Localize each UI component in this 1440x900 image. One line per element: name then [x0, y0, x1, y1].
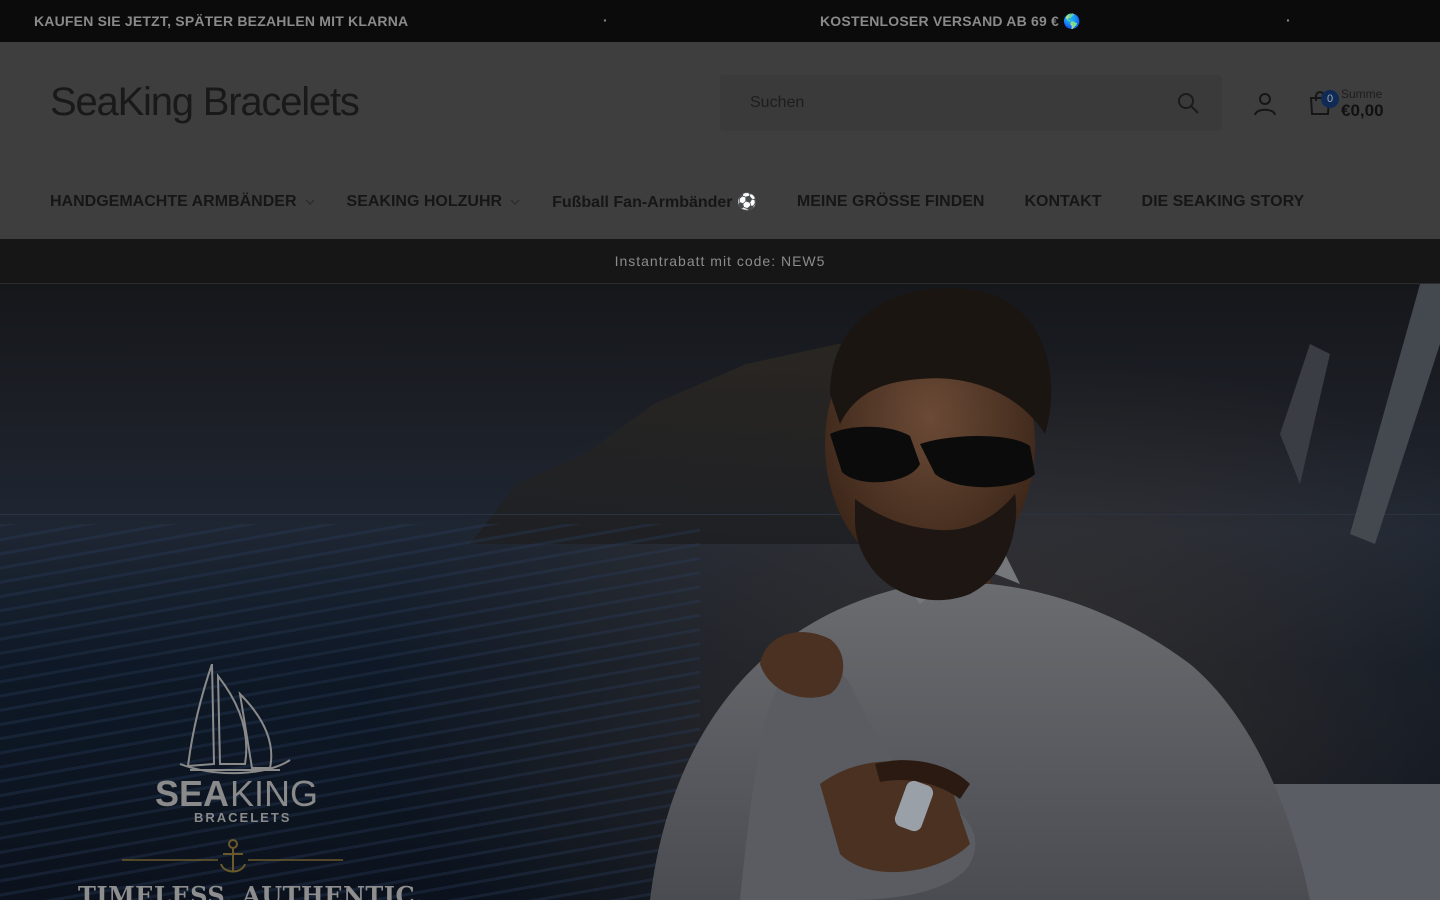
- search-bar[interactable]: Suchen: [720, 75, 1222, 131]
- search-icon[interactable]: [1176, 91, 1200, 115]
- announcement-separator: ·: [603, 12, 608, 28]
- announcement-bar: KAUFEN SIE JETZT, SPÄTER BEZAHLEN MIT KL…: [0, 0, 1440, 42]
- search-input[interactable]: Suchen: [750, 94, 804, 112]
- account-icon[interactable]: [1252, 91, 1278, 117]
- cart-sum-value: €0,00: [1341, 101, 1384, 120]
- brand-sea: SEA: [155, 773, 229, 814]
- nav-item-seaking-holzuhr[interactable]: SEAKING HOLZUHR: [347, 193, 521, 211]
- hero-banner[interactable]: SEA KING BRACELETS TIMELESS. AUTHENTIC.: [0, 284, 1440, 900]
- announcement-klarna: KAUFEN SIE JETZT, SPÄTER BEZAHLEN MIT KL…: [34, 13, 409, 29]
- nav-item-meine-groesse-finden[interactable]: MEINE GRÖSSE FINDEN: [797, 193, 985, 211]
- chevron-down-icon: [305, 199, 314, 205]
- main-nav: HANDGEMACHTE ARMBÄNDER SEAKING HOLZUHR F…: [50, 192, 1304, 212]
- ship-logo-icon: SEA KING BRACELETS: [122, 664, 343, 873]
- site-logo[interactable]: SeaKing Bracelets: [50, 80, 360, 125]
- nav-item-label: HANDGEMACHTE ARMBÄNDER: [50, 193, 297, 210]
- chevron-down-icon: [510, 199, 520, 205]
- announcement-separator: ·: [1286, 12, 1291, 28]
- hero-tagline: TIMELESS. AUTHENTIC.: [78, 881, 424, 900]
- nav-item-label: Fußball Fan-Armbänder ⚽: [552, 194, 757, 211]
- nav-item-label: KONTAKT: [1024, 193, 1102, 210]
- nav-item-label: DIE SEAKING STORY: [1141, 193, 1305, 210]
- hero-model-image: [650, 284, 1440, 900]
- brand-king: KING: [230, 773, 318, 814]
- nav-item-label: SEAKING HOLZUHR: [346, 193, 503, 210]
- nav-item-fussball-fan-armbaender[interactable]: Fußball Fan-Armbänder ⚽: [552, 192, 757, 212]
- cart-count-badge: 0: [1321, 90, 1339, 108]
- brand-sub: BRACELETS: [194, 810, 291, 825]
- nav-item-label: MEINE GRÖSSE FINDEN: [796, 193, 985, 210]
- anchor-icon: [220, 839, 246, 873]
- cart-sum-label: Summe: [1341, 87, 1383, 101]
- nav-item-handgemachte-armbaender[interactable]: HANDGEMACHTE ARMBÄNDER: [50, 193, 315, 211]
- nav-item-kontakt[interactable]: KONTAKT: [1024, 193, 1101, 211]
- nav-item-die-seaking-story[interactable]: DIE SEAKING STORY: [1142, 193, 1305, 211]
- site-header: SeaKing Bracelets Suchen 0 Summe €0,00 H…: [0, 42, 1440, 239]
- announcement-shipping: KOSTENLOSER VERSAND AB 69 € 🌎: [820, 13, 1081, 29]
- promo-bar: Instantrabatt mit code: NEW5: [0, 239, 1440, 284]
